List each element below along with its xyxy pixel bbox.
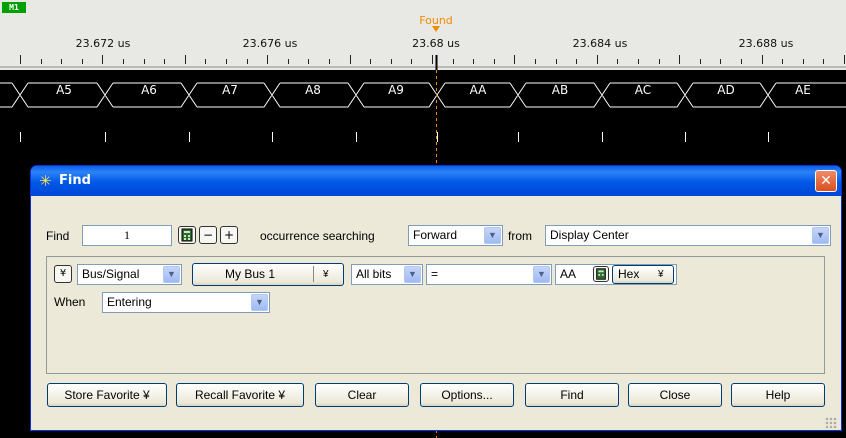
bus-select-button[interactable]: My Bus 1 ¥: [192, 263, 344, 286]
chevron-down-icon[interactable]: ▼: [163, 266, 180, 283]
bus-select-divider: [313, 266, 314, 282]
operator-value: =: [431, 267, 439, 281]
bus-value-label: A5: [56, 83, 72, 97]
find-button[interactable]: Find: [525, 383, 619, 407]
bus-value-label: AD: [717, 83, 735, 97]
when-select[interactable]: Entering ▼: [102, 292, 270, 313]
from-select[interactable]: Display Center ▼: [545, 225, 831, 246]
expand-criteria-button[interactable]: ¥: [54, 265, 72, 283]
options-button[interactable]: Options...: [420, 383, 514, 407]
format-select-button[interactable]: Hex ¥: [612, 265, 674, 284]
dialog-titlebar[interactable]: ✳ Find ✕: [31, 166, 841, 196]
bits-select[interactable]: All bits ▼: [351, 264, 423, 285]
bus-value-label: AE: [795, 83, 811, 97]
dialog-title: Find: [59, 173, 91, 188]
from-value: Display Center: [550, 228, 629, 242]
when-label: When: [54, 295, 86, 309]
occurrence-label: occurrence searching: [260, 229, 375, 243]
ruler-ticks: [0, 55, 846, 70]
criteria-type-select[interactable]: Bus/Signal ▼: [77, 264, 182, 285]
direction-select[interactable]: Forward ▼: [408, 225, 503, 246]
decrement-button[interactable]: −: [199, 226, 217, 244]
bus-value-label: A8: [305, 83, 321, 97]
increment-button[interactable]: +: [220, 226, 238, 244]
from-label: from: [508, 229, 532, 243]
find-label: Find: [46, 229, 70, 243]
bus-value-label: A6: [141, 83, 157, 97]
bus-value-label: A9: [388, 83, 404, 97]
bits-value: All bits: [356, 267, 392, 281]
calculator-icon[interactable]: [178, 226, 196, 244]
resize-grip-icon[interactable]: [825, 417, 837, 429]
close-button[interactable]: Close: [628, 383, 722, 407]
criteria-type-value: Bus/Signal: [82, 267, 140, 281]
calculator-icon[interactable]: [593, 266, 609, 282]
dialog-body: Find 1 − + occurrence searching Forward …: [31, 196, 841, 430]
chevron-down-icon[interactable]: ▼: [484, 227, 501, 244]
clear-button[interactable]: Clear: [315, 383, 409, 407]
chevron-down-icon[interactable]: ▼: [251, 294, 268, 311]
store-favorite-button[interactable]: Store Favorite ¥: [47, 383, 167, 407]
format-menu-chevron-icon: ¥: [658, 269, 664, 280]
occurrence-input[interactable]: 1: [82, 225, 172, 246]
format-value: Hex: [618, 267, 640, 281]
direction-value: Forward: [413, 228, 458, 242]
sparkle-icon: ✳: [39, 172, 52, 190]
recall-favorite-button[interactable]: Recall Favorite ¥: [176, 383, 304, 407]
close-icon[interactable]: ✕: [815, 170, 837, 192]
bus-value-label: A7: [222, 83, 238, 97]
search-criteria-panel: ¥ Bus/Signal ▼ My Bus 1 ¥ All bits ▼ = ▼…: [46, 256, 825, 374]
operator-select[interactable]: = ▼: [426, 264, 552, 285]
chevron-down-icon[interactable]: ▼: [812, 227, 829, 244]
find-dialog: ✳ Find ✕ Find 1 − + occurrence searching…: [30, 165, 842, 431]
bus-menu-chevron-icon: ¥: [323, 269, 329, 280]
chevron-down-icon[interactable]: ▼: [533, 266, 550, 283]
bus-select-value: My Bus 1: [225, 267, 276, 281]
pattern-value: AA: [560, 267, 577, 281]
help-button[interactable]: Help: [731, 383, 825, 407]
when-value: Entering: [107, 295, 152, 309]
bus-value-label: AC: [634, 83, 652, 97]
bus-value-label: AA: [469, 83, 487, 97]
chevron-down-icon[interactable]: ▼: [404, 266, 421, 283]
bus-value-label: AB: [551, 83, 569, 97]
